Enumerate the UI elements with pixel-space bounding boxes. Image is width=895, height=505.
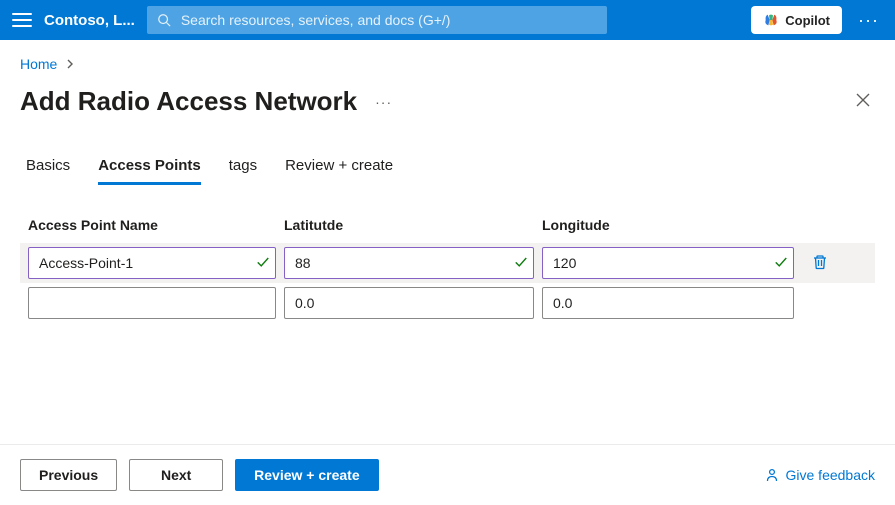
col-header-lat: Latitutde: [284, 217, 534, 233]
close-blade-button[interactable]: [851, 88, 875, 115]
cell-lat: [284, 247, 534, 279]
global-search[interactable]: [147, 6, 607, 34]
feedback-icon: [764, 467, 780, 483]
copilot-button[interactable]: Copilot: [751, 6, 842, 34]
cell-lon: [542, 247, 794, 279]
access-points-table: Access Point Name Latitutde Longitude: [20, 213, 875, 323]
trash-icon: [812, 254, 828, 270]
copilot-label: Copilot: [785, 13, 830, 28]
search-icon: [157, 13, 171, 27]
give-feedback-label: Give feedback: [786, 467, 876, 483]
checkmark-icon: [514, 255, 528, 272]
tab-access-points[interactable]: Access Points: [98, 157, 201, 185]
latitude-input[interactable]: [284, 287, 534, 319]
table-row: [20, 243, 875, 283]
tab-tags[interactable]: tags: [229, 157, 257, 185]
page-title: Add Radio Access Network: [20, 86, 357, 117]
cell-lat: [284, 287, 534, 319]
latitude-input[interactable]: [284, 247, 534, 279]
cell-name: [28, 287, 276, 319]
table-header-row: Access Point Name Latitutde Longitude: [20, 213, 875, 237]
access-point-name-input[interactable]: [28, 287, 276, 319]
give-feedback-link[interactable]: Give feedback: [764, 467, 876, 483]
checkmark-icon: [256, 255, 270, 272]
wizard-footer: Previous Next Review + create Give feedb…: [0, 444, 895, 505]
tab-review-create[interactable]: Review + create: [285, 157, 393, 185]
tab-basics[interactable]: Basics: [26, 157, 70, 185]
cell-name: [28, 247, 276, 279]
table-row: [20, 283, 875, 323]
review-create-button[interactable]: Review + create: [235, 459, 378, 491]
top-bar: Contoso, L... Copilot ···: [0, 0, 895, 40]
topbar-overflow-icon[interactable]: ···: [854, 10, 883, 31]
checkmark-icon: [774, 255, 788, 272]
title-row: Add Radio Access Network ···: [20, 86, 875, 117]
page-content: Home Add Radio Access Network ··· Basics…: [0, 40, 895, 444]
longitude-input[interactable]: [542, 287, 794, 319]
hamburger-menu-icon[interactable]: [12, 13, 32, 27]
col-header-name: Access Point Name: [28, 217, 276, 233]
tenant-switcher[interactable]: Contoso, L...: [44, 12, 135, 29]
previous-button[interactable]: Previous: [20, 459, 117, 491]
close-icon: [855, 92, 871, 108]
breadcrumb-home[interactable]: Home: [20, 56, 57, 72]
breadcrumb: Home: [20, 56, 875, 72]
chevron-right-icon: [65, 56, 75, 72]
form-tabs: Basics Access Points tags Review + creat…: [26, 157, 875, 185]
longitude-input[interactable]: [542, 247, 794, 279]
cell-lon: [542, 287, 794, 319]
global-search-input[interactable]: [179, 11, 597, 29]
delete-row-button[interactable]: [812, 254, 828, 273]
copilot-icon: [763, 12, 779, 28]
page-commands-overflow-icon[interactable]: ···: [375, 94, 392, 110]
next-button[interactable]: Next: [129, 459, 223, 491]
col-header-lon: Longitude: [542, 217, 794, 233]
access-point-name-input[interactable]: [28, 247, 276, 279]
